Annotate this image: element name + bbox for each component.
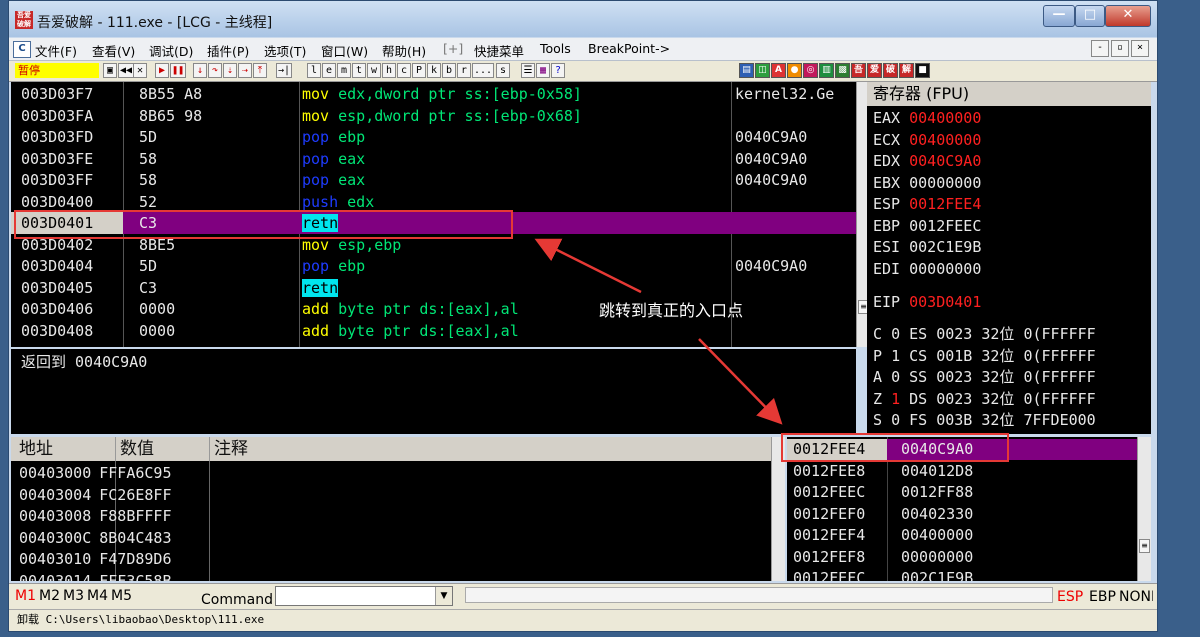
arrow-to-stack: [698, 338, 783, 425]
annotation-arrows: [534, 238, 783, 425]
ollydbg-window: 吾爱破解 吾爱破解 - 111.exe - [LCG - 主线程] — □ ✕ …: [8, 0, 1158, 632]
annotation-caption: 跳转到真正的入口点: [599, 301, 744, 320]
arrow-to-retn: [534, 238, 642, 294]
